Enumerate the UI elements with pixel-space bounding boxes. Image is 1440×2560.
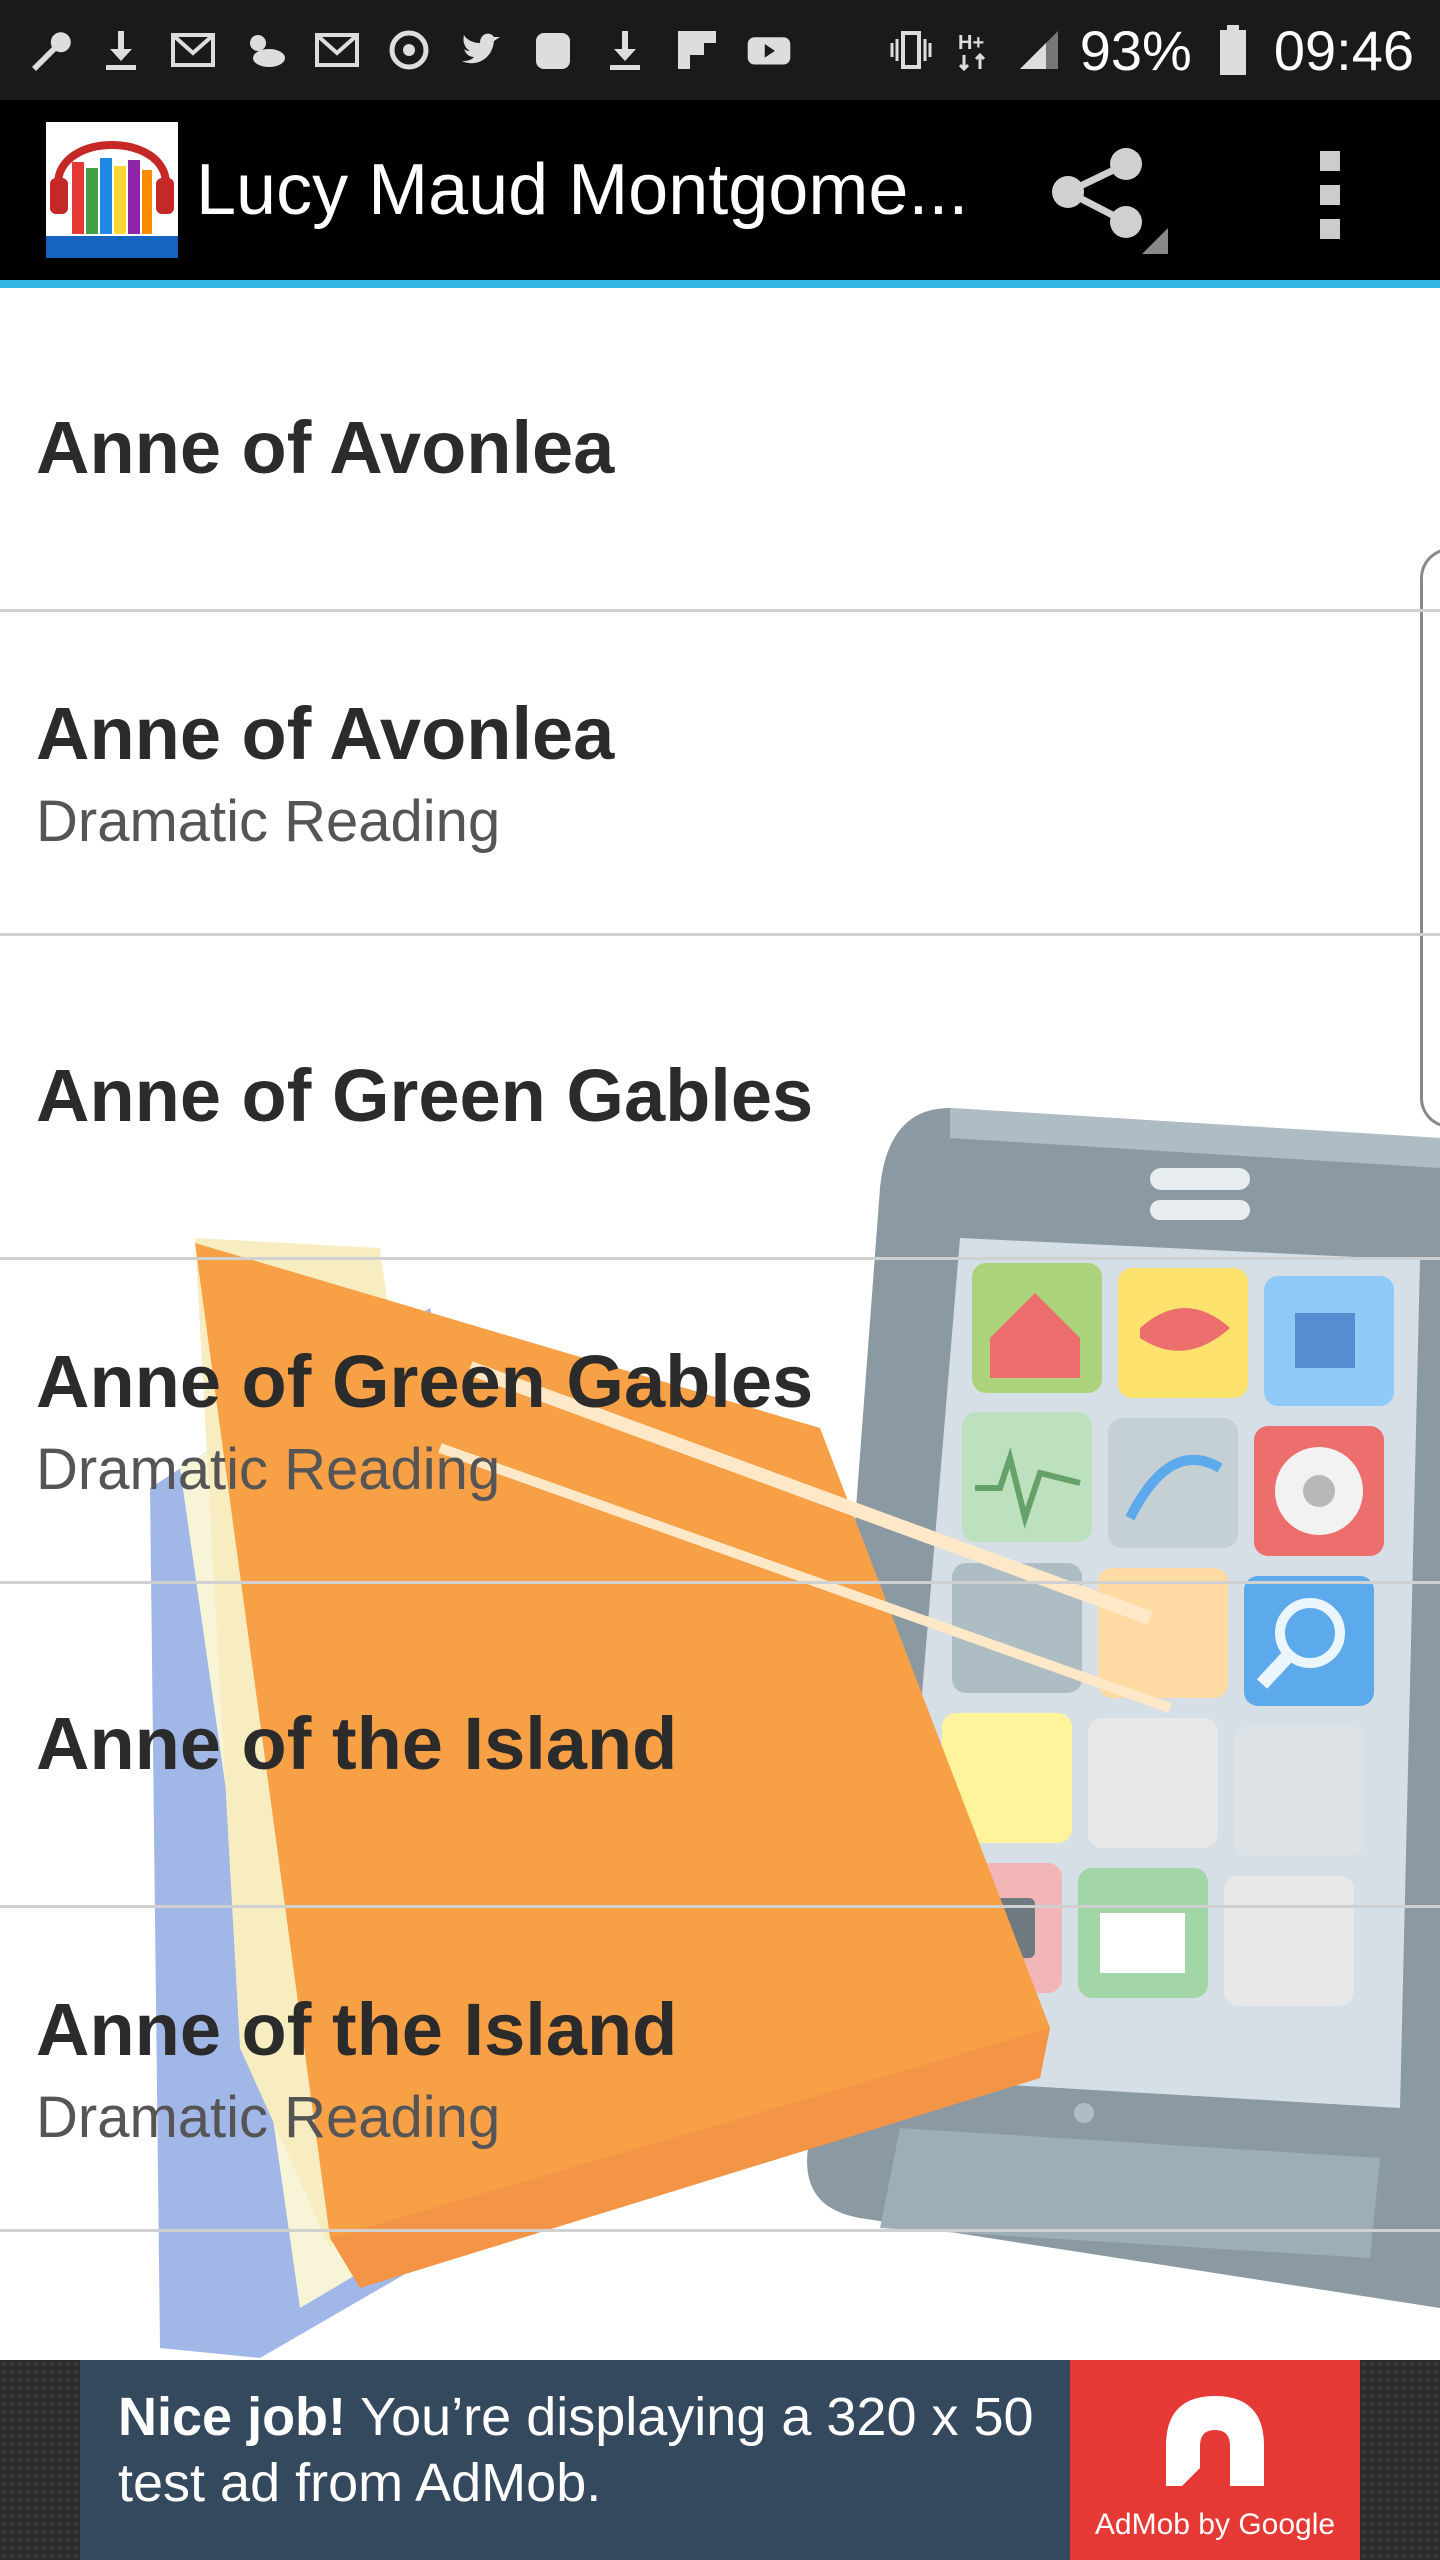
admob-icon [1166,2396,1264,2486]
download-icon [602,27,648,73]
audiobook-list-screen: Anne of Avonlea Anne of Avonlea Dramatic… [0,288,1440,2360]
action-bar-divider [0,280,1440,288]
youtube-icon [746,27,792,73]
item-title: Anne of the Island [36,1987,678,2071]
twitter-icon [458,27,504,73]
status-bar: H+ 93% 09:46 [0,0,1440,100]
gmail-icon [170,27,216,73]
svg-text:H+: H+ [958,32,984,54]
signal-icon [1016,27,1062,73]
notification-icons [26,27,888,73]
battery-percent: 93% [1079,18,1192,82]
download-icon [98,27,144,73]
clock: 09:46 [1273,18,1414,82]
audiobook-list: Anne of Avonlea Anne of Avonlea Dramatic… [0,288,1440,2232]
share-icon [1052,148,1168,254]
vibrate-icon [888,27,934,73]
item-title: Anne of Green Gables [36,1339,814,1423]
app-title: Lucy Maud Montgome... [196,150,969,230]
ad-banner-container: Nice job! You’re displaying a 320 x 50 t… [0,2360,1440,2560]
admob-brand: AdMob by Google [1094,2508,1336,2541]
weather-icon [242,27,288,73]
ad-headline: Nice job! [118,2387,347,2447]
overflow-menu-button[interactable] [1290,140,1370,250]
battery-icon [1210,25,1256,75]
list-item[interactable]: Anne of Avonlea [0,288,1440,612]
list-item[interactable]: Anne of the Island Dramatic Reading [0,1908,1440,2232]
item-title: Anne of Green Gables [36,1054,814,1138]
more-vert-dot [1320,219,1340,239]
item-subtitle: Dramatic Reading [36,789,501,855]
more-vert-icon [1320,151,1340,171]
app-logo[interactable] [46,122,178,258]
item-subtitle: Dramatic Reading [36,1437,501,1503]
hplus-data-icon: H+ [952,27,998,73]
item-subtitle: Dramatic Reading [36,2085,501,2151]
list-item[interactable]: Anne of the Island [0,1584,1440,1908]
share-button[interactable] [1044,144,1174,254]
list-item[interactable]: Anne of Green Gables [0,936,1440,1260]
system-status: H+ 93% 09:46 [888,18,1414,83]
wrench-icon [26,27,72,73]
list-item[interactable]: Anne of Green Gables Dramatic Reading [0,1260,1440,1584]
action-bar: Lucy Maud Montgome... [0,100,1440,280]
more-vert-dot [1320,185,1340,205]
item-title: Anne of the Island [36,1702,678,1786]
list-item[interactable]: Anne of Avonlea Dramatic Reading [0,612,1440,936]
item-title: Anne of Avonlea [36,406,615,490]
gmail-icon [314,27,360,73]
admob-test-ad[interactable]: Nice job! You’re displaying a 320 x 50 t… [80,2360,1360,2560]
sync-icon [386,27,432,73]
admob-logo[interactable]: AdMob by Google [1070,2360,1360,2560]
item-title: Anne of Avonlea [36,691,615,775]
ad-text: Nice job! You’re displaying a 320 x 50 t… [118,2384,1098,2516]
galaxy-icon [530,27,576,73]
flipboard-icon [674,27,720,73]
